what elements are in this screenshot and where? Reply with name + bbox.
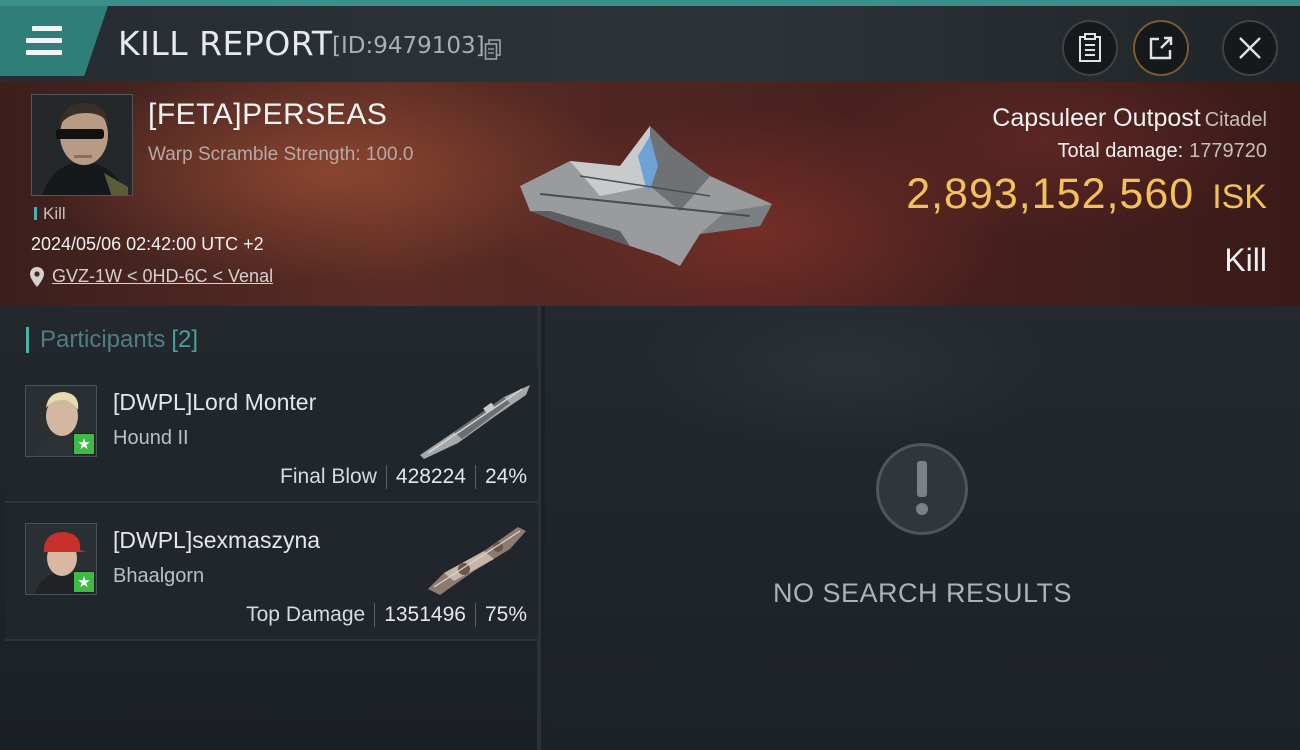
isk-unit: ISK [1212, 178, 1267, 216]
kill-datetime: 2024/05/06 02:42:00 UTC +2 [31, 234, 264, 254]
report-id: [ID:9479103] [332, 33, 485, 59]
kill-tag: Kill [34, 204, 66, 224]
stat-divider [474, 465, 476, 489]
participant-role: Top Damage [246, 603, 366, 626]
location-link[interactable]: GVZ-1W < 0HD-6C < Venal [52, 266, 273, 287]
participant-stats: Top Damage 1351496 75% [246, 603, 527, 627]
isk-value: 2,893,152,560 [906, 170, 1195, 218]
close-icon [1239, 37, 1261, 59]
participant-percent: 24% [484, 465, 527, 488]
header-bar: KILL REPORT [ID:9479103] [0, 6, 1300, 82]
participant-damage: 428224 [395, 465, 466, 488]
participant-ship: Bhaalgorn [113, 565, 205, 587]
stat-divider [474, 603, 476, 627]
close-button[interactable] [1222, 20, 1278, 76]
stat-divider [374, 603, 376, 627]
participant-stats: Final Blow 428224 24% [280, 465, 527, 489]
citadel-ship-icon [520, 126, 772, 266]
participant-percent: 75% [484, 603, 527, 626]
participants-count: [2] [171, 326, 199, 353]
star-badge-icon: ★ [73, 433, 95, 455]
participant-damage: 1351496 [384, 603, 466, 626]
hound-ship-icon [420, 385, 530, 459]
participants-panel: Participants [2] ★ [DWPL]Lord Monter Hou… [0, 306, 541, 750]
victim-avatar-image [32, 95, 132, 195]
participant-row[interactable]: ★ [DWPL]sexmaszyna Bhaalgorn Top Damage … [5, 505, 538, 641]
victim-portrait[interactable] [31, 94, 133, 196]
hamburger-menu-icon [26, 26, 62, 56]
participants-label: Participants [40, 326, 166, 353]
header-accent-bar [26, 327, 29, 353]
target-category: Citadel [1204, 109, 1267, 131]
stat-divider [385, 465, 387, 489]
participant-role: Final Blow [280, 465, 377, 488]
share-button[interactable] [1133, 20, 1189, 76]
share-icon [1149, 36, 1173, 60]
page-title: KILL REPORT [118, 24, 333, 63]
participants-header: Participants [2] [26, 326, 198, 354]
total-damage: Total damage: 1779720 [1057, 140, 1267, 163]
total-damage-value: 1779720 [1189, 140, 1267, 162]
kill-location[interactable]: GVZ-1W < 0HD-6C < Venal [30, 266, 273, 287]
victim-name[interactable]: [FETA]PERSEAS [148, 98, 387, 132]
empty-state-text: NO SEARCH RESULTS [772, 578, 1073, 608]
log-button[interactable] [1062, 20, 1118, 76]
participant-name[interactable]: [DWPL]sexmaszyna [113, 527, 320, 554]
participant-ship: Hound II [113, 427, 189, 449]
total-damage-label: Total damage: [1057, 140, 1184, 162]
bhaalgorn-ship-icon [428, 527, 526, 595]
menu-button[interactable] [0, 6, 108, 76]
target-type: Capsuleer Outpost Citadel [992, 104, 1267, 133]
participant-name[interactable]: [DWPL]Lord Monter [113, 389, 316, 416]
clipboard-icon [1079, 33, 1101, 62]
warp-scramble-strength: Warp Scramble Strength: 100.0 [148, 144, 414, 165]
detail-panel: NO SEARCH RESULTS [545, 306, 1300, 750]
outcome-label: Kill [1224, 242, 1267, 278]
alert-icon [876, 443, 968, 535]
isk-value-line: 2,893,152,560 ISK [906, 170, 1267, 219]
location-pin-icon [30, 266, 44, 287]
kill-banner: [FETA]PERSEAS Warp Scramble Strength: 10… [0, 82, 1300, 306]
target-name[interactable]: Capsuleer Outpost [992, 104, 1200, 132]
participant-row[interactable]: ★ [DWPL]Lord Monter Hound II Final Blow … [5, 367, 538, 503]
copy-icon[interactable] [484, 39, 502, 61]
star-badge-icon: ★ [73, 571, 95, 593]
